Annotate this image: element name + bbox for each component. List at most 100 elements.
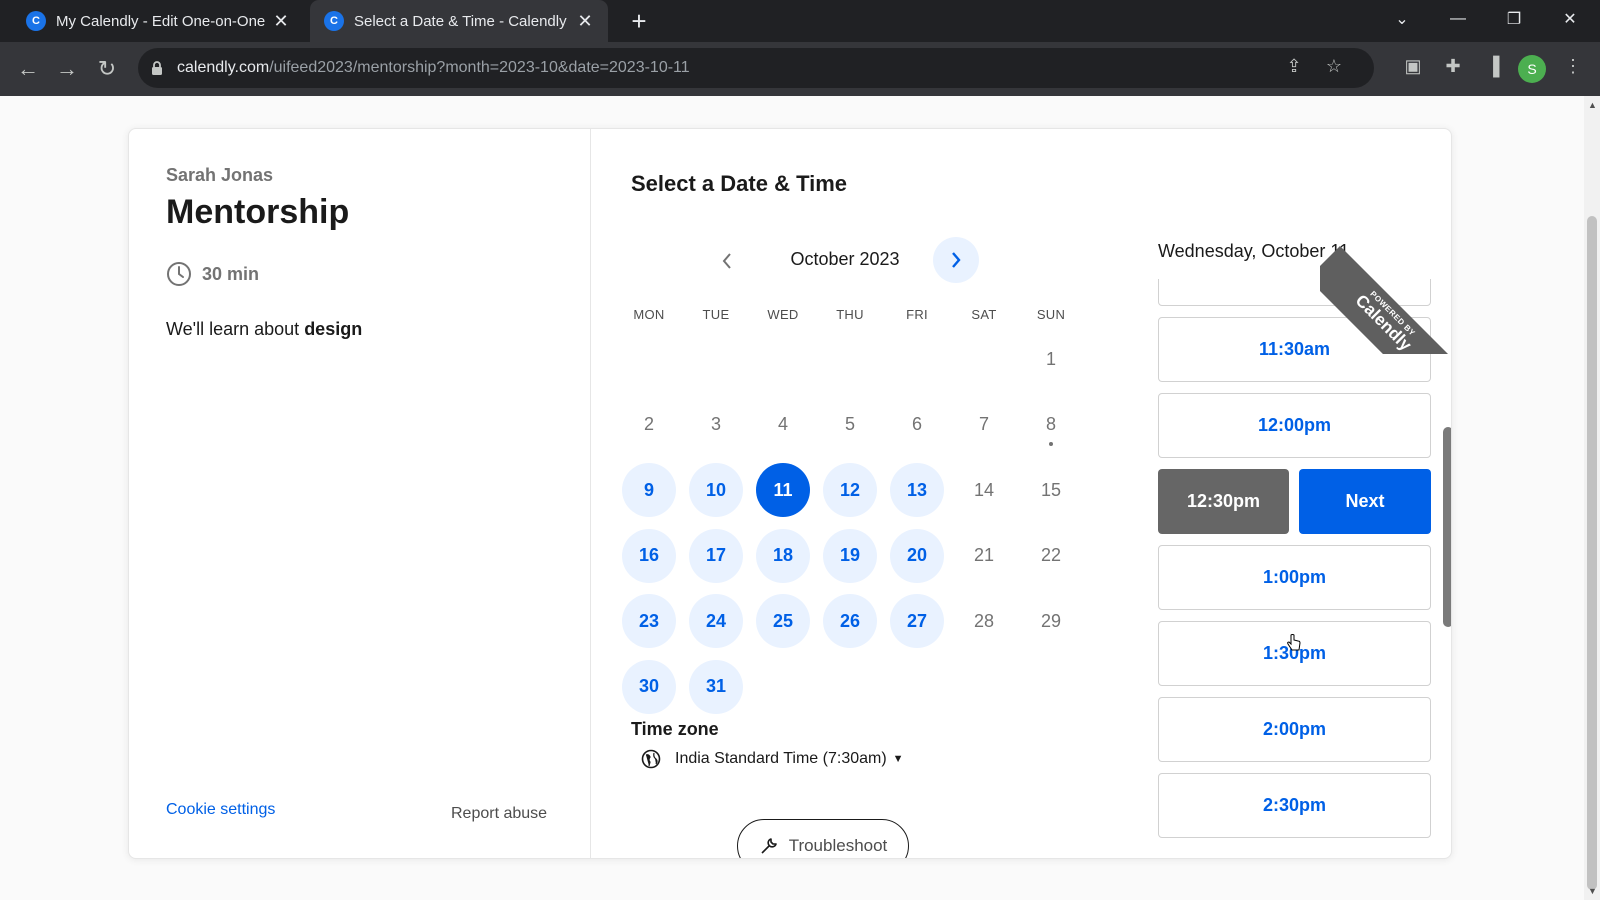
powered-by-calendly-badge[interactable]: POWERED BY Calendly <box>1320 214 1460 354</box>
day-number: 14 <box>973 479 995 500</box>
cookie-settings-link[interactable]: Cookie settings <box>166 801 275 819</box>
day-number: 2 <box>643 414 654 434</box>
timezone-label: Time zone <box>631 719 719 739</box>
clock-icon <box>167 262 191 286</box>
calendar-day: 21 <box>957 529 1011 583</box>
time-slot-button[interactable]: 12:00pm <box>1158 393 1431 458</box>
time-slot-list[interactable]: 11:30am 12:00pm 12:30pm Next 1:00pm 1:30… <box>1158 279 1432 858</box>
day-number: 28 <box>973 610 995 631</box>
calendar-day[interactable]: 31 <box>689 659 743 714</box>
event-description: We'll learn about design <box>166 319 363 339</box>
calendar-day: 2 <box>622 398 676 452</box>
close-window-button[interactable]: ✕ <box>1544 0 1596 38</box>
profile-avatar[interactable]: S <box>1518 55 1546 83</box>
calendar-day[interactable]: 9 <box>622 463 676 517</box>
calendar-day[interactable]: 12 <box>823 463 877 517</box>
day-number: 23 <box>638 610 660 631</box>
day-number: 30 <box>638 676 660 696</box>
tab-title: Select a Date & Time - Calendly <box>354 12 567 30</box>
day-number: 24 <box>705 610 727 631</box>
scroll-down-arrow-icon[interactable]: ▼ <box>1588 886 1597 896</box>
calendar-day[interactable]: 17 <box>689 528 743 583</box>
next-month-button[interactable] <box>933 237 979 283</box>
page-scroll-thumb[interactable] <box>1587 216 1597 890</box>
month-label: October 2023 <box>790 249 900 269</box>
calendar-day: 29 <box>1024 594 1078 648</box>
calendar-day[interactable]: 26 <box>823 594 877 648</box>
next-button[interactable]: Next <box>1299 469 1431 534</box>
extensions-puzzle-icon[interactable]: ✚ <box>1440 56 1466 82</box>
caret-down-icon: ▼ <box>892 753 904 765</box>
calendar-day: 3 <box>689 398 743 452</box>
address-bar[interactable]: calendly.com/uifeed2023/mentorship?month… <box>138 48 1374 88</box>
booking-card: Sarah Jonas Mentorship 30 min We'll lear… <box>128 128 1452 859</box>
scheduler-heading: Select a Date & Time <box>631 171 848 196</box>
extension-media-icon[interactable]: ▣ <box>1400 56 1426 82</box>
day-number: 16 <box>638 545 660 565</box>
calendar-day[interactable]: 27 <box>890 594 944 648</box>
timezone-select[interactable]: India Standard Time (7:30am) ▼ <box>641 749 904 769</box>
calendar-header: October 2023 <box>591 237 1071 283</box>
slot-list-scrollbar[interactable] <box>1443 427 1451 627</box>
previous-month-button[interactable] <box>707 241 747 281</box>
page-scrollbar[interactable]: ▲ ▼ <box>1584 96 1600 900</box>
wrench-icon <box>761 838 777 854</box>
calendar-day: 22 <box>1024 529 1078 583</box>
forward-icon[interactable]: → <box>51 53 83 85</box>
calendar-day: 15 <box>1024 463 1078 517</box>
close-tab-icon[interactable]: ✕ <box>574 11 596 32</box>
calendar-day[interactable]: 30 <box>622 659 676 714</box>
time-slot-button[interactable]: 1:00pm <box>1158 545 1431 610</box>
calendar-day[interactable]: 10 <box>689 463 743 517</box>
day-number: 25 <box>772 610 794 631</box>
event-owner: Sarah Jonas <box>166 165 274 185</box>
calendar-day: 1 <box>1024 332 1078 386</box>
new-tab-button[interactable]: + <box>624 6 654 36</box>
calendar-day[interactable]: 24 <box>689 594 743 648</box>
restore-button[interactable]: ❐ <box>1488 0 1540 38</box>
duration-text: 30 min <box>202 263 260 284</box>
tab-search-icon[interactable]: ⌄ <box>1376 0 1428 38</box>
weekday-label: WED <box>767 307 799 322</box>
calendar-day[interactable]: 25 <box>756 594 810 648</box>
reload-icon[interactable]: ↻ <box>91 53 123 85</box>
back-icon[interactable]: ← <box>12 53 44 85</box>
time-slot-button[interactable]: 2:30pm <box>1158 773 1431 838</box>
day-number: 19 <box>839 545 861 565</box>
calendly-favicon-icon: C <box>26 11 46 31</box>
calendar-day[interactable]: 18 <box>756 528 810 583</box>
calendly-favicon-icon: C <box>324 11 344 31</box>
day-number: 13 <box>906 479 928 500</box>
day-number: 5 <box>844 414 855 434</box>
minimize-button[interactable]: — <box>1432 0 1484 38</box>
day-number: 15 <box>1040 479 1062 500</box>
report-abuse-link[interactable]: Report abuse <box>451 805 547 823</box>
calendar-day[interactable]: 20 <box>890 528 944 583</box>
side-panel-icon[interactable]: ▐ <box>1480 56 1506 82</box>
calendar-day[interactable]: 16 <box>622 528 676 583</box>
troubleshoot-button[interactable]: Troubleshoot <box>737 819 909 858</box>
day-number: 18 <box>772 545 794 565</box>
calendar-day[interactable]: 19 <box>823 528 877 583</box>
scroll-up-arrow-icon[interactable]: ▲ <box>1588 100 1597 110</box>
day-number: 29 <box>1040 610 1062 631</box>
day-number: 1 <box>1045 348 1056 369</box>
day-number: 10 <box>705 479 727 500</box>
day-number: 6 <box>911 414 922 434</box>
calendar-day[interactable]: 13 <box>890 463 944 517</box>
close-tab-icon[interactable]: ✕ <box>270 11 292 32</box>
calendar-day: 6 <box>890 398 944 452</box>
calendar-day[interactable]: 23 <box>622 594 676 648</box>
browser-tab-edit[interactable]: C My Calendly - Edit One-on-One ✕ <box>12 0 304 42</box>
day-number: 12 <box>839 479 861 500</box>
share-icon[interactable]: ⇪ <box>1282 56 1306 80</box>
browser-menu-icon[interactable]: ⋮ <box>1560 56 1586 82</box>
bookmark-star-icon[interactable]: ☆ <box>1322 56 1346 80</box>
event-details-panel: Sarah Jonas Mentorship 30 min We'll lear… <box>129 129 591 858</box>
calendar-day-selected[interactable]: 11 <box>756 463 810 517</box>
selected-time-slot[interactable]: 12:30pm <box>1158 469 1289 534</box>
time-slot-button[interactable]: 2:00pm <box>1158 697 1431 762</box>
browser-tab-select-date[interactable]: C Select a Date & Time - Calendly ✕ <box>310 0 608 42</box>
event-title: Mentorship <box>166 193 350 231</box>
browser-toolbar: ← → ↻ calendly.com/uifeed2023/mentorship… <box>0 42 1600 96</box>
